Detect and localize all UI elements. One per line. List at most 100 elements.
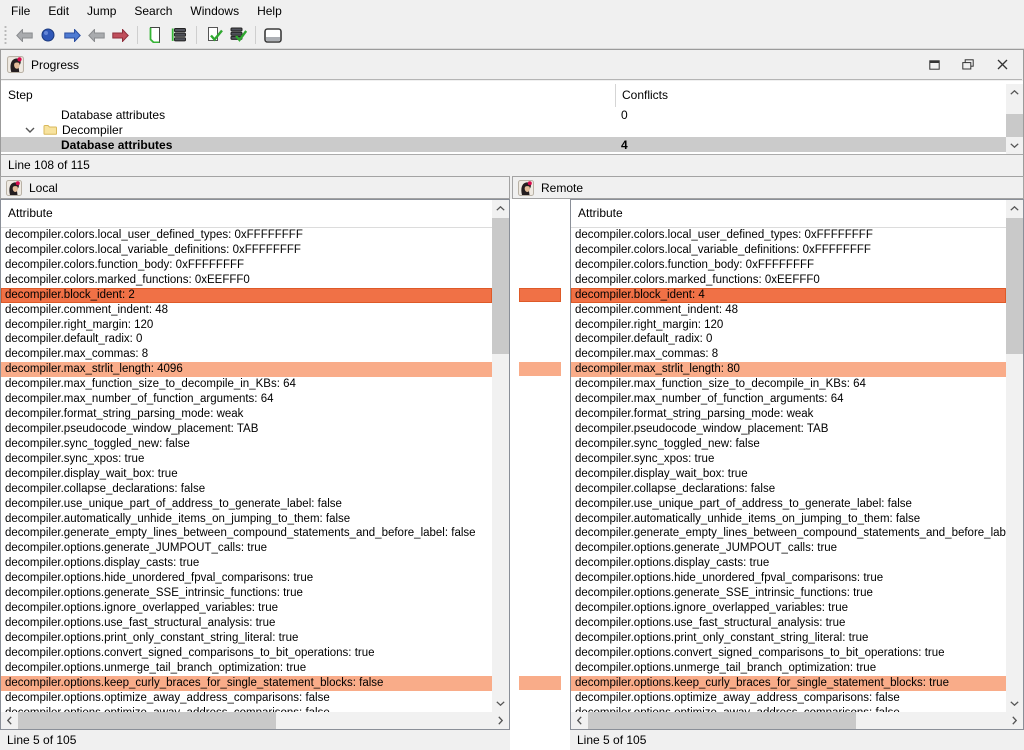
scroll-left-icon[interactable] [571, 712, 588, 729]
menu-item-edit[interactable]: Edit [39, 1, 78, 21]
column-header-step[interactable]: Step [1, 84, 615, 107]
attribute-row[interactable]: decompiler.max_strlit_length: 4096 [1, 362, 492, 377]
step-row[interactable]: Database attributes0 [1, 107, 1006, 122]
attribute-row[interactable]: decompiler.comment_indent: 48 [571, 303, 1006, 318]
toolbar-drag-handle[interactable] [3, 26, 8, 44]
scroll-right-icon[interactable] [1006, 712, 1023, 729]
attribute-row[interactable]: decompiler.options.convert_signed_compar… [1, 646, 492, 661]
attribute-row[interactable]: decompiler.automatically_unhide_items_on… [571, 512, 1006, 527]
attribute-row[interactable]: decompiler.sync_xpos: true [1, 452, 492, 467]
attribute-row[interactable]: decompiler.max_commas: 8 [1, 347, 492, 362]
attribute-row[interactable]: decompiler.colors.marked_functions: 0xEE… [571, 273, 1006, 288]
attribute-row[interactable]: decompiler.format_string_parsing_mode: w… [1, 407, 492, 422]
menu-item-jump[interactable]: Jump [78, 1, 125, 21]
menu-item-search[interactable]: Search [125, 1, 181, 21]
attribute-row[interactable]: decompiler.colors.local_variable_definit… [1, 243, 492, 258]
window-icon[interactable] [262, 24, 284, 46]
back-arrow-icon[interactable] [13, 24, 35, 46]
attribute-row[interactable]: decompiler.options.keep_curly_braces_for… [571, 676, 1006, 691]
attribute-row[interactable]: decompiler.options.optimize_away_address… [1, 691, 492, 706]
attribute-row[interactable]: decompiler.options.print_only_constant_s… [571, 631, 1006, 646]
menu-item-windows[interactable]: Windows [181, 1, 248, 21]
attribute-row[interactable]: decompiler.options.ignore_overlapped_var… [571, 601, 1006, 616]
attribute-row[interactable]: decompiler.colors.local_user_defined_typ… [1, 228, 492, 243]
local-horizontal-scrollbar[interactable] [1, 712, 509, 729]
attribute-row[interactable]: decompiler.generate_empty_lines_between_… [571, 526, 1006, 541]
attribute-row[interactable]: decompiler.collapse_declarations: false [1, 482, 492, 497]
scroll-down-icon[interactable] [492, 695, 509, 712]
database-stack-icon[interactable] [168, 24, 190, 46]
attribute-row[interactable]: decompiler.options.generate_SSE_intrinsi… [571, 586, 1006, 601]
column-header-conflicts[interactable]: Conflicts [615, 84, 1006, 107]
menu-item-file[interactable]: File [2, 1, 39, 21]
next-conflict-arrow-icon[interactable] [109, 24, 131, 46]
scroll-down-icon[interactable] [1006, 137, 1023, 154]
scroll-left-icon[interactable] [1, 712, 18, 729]
attribute-row[interactable]: decompiler.options.display_casts: true [571, 556, 1006, 571]
attribute-row[interactable]: decompiler.options.convert_signed_compar… [571, 646, 1006, 661]
attribute-row[interactable]: decompiler.options.unmerge_tail_branch_o… [571, 661, 1006, 676]
attribute-row[interactable]: decompiler.max_commas: 8 [571, 347, 1006, 362]
scroll-up-icon[interactable] [1006, 84, 1023, 101]
attribute-row[interactable]: decompiler.default_radix: 0 [571, 332, 1006, 347]
attribute-row[interactable]: decompiler.max_number_of_function_argume… [571, 392, 1006, 407]
step-row[interactable]: Database attributes4 [1, 137, 1006, 152]
attribute-row[interactable]: decompiler.format_string_parsing_mode: w… [571, 407, 1006, 422]
attribute-row[interactable]: decompiler.right_margin: 120 [1, 318, 492, 333]
attribute-row[interactable]: decompiler.use_unique_part_of_address_to… [571, 497, 1006, 512]
database-check-icon[interactable] [227, 24, 249, 46]
attribute-row[interactable]: decompiler.options.generate_SSE_intrinsi… [1, 586, 492, 601]
attribute-row[interactable]: decompiler.sync_xpos: true [571, 452, 1006, 467]
previous-conflict-arrow-icon[interactable] [85, 24, 107, 46]
document-icon[interactable] [144, 24, 166, 46]
attribute-row[interactable]: decompiler.colors.local_variable_definit… [571, 243, 1006, 258]
menu-item-help[interactable]: Help [248, 1, 291, 21]
attribute-row[interactable]: decompiler.generate_empty_lines_between_… [1, 526, 492, 541]
stop-circle-icon[interactable] [37, 24, 59, 46]
attribute-row[interactable]: decompiler.max_strlit_length: 80 [571, 362, 1006, 377]
attribute-row[interactable]: decompiler.options.display_casts: true [1, 556, 492, 571]
chevron-down-icon[interactable] [25, 127, 37, 133]
steps-vertical-scrollbar[interactable] [1006, 84, 1023, 154]
attribute-row[interactable]: decompiler.automatically_unhide_items_on… [1, 512, 492, 527]
attribute-row[interactable]: decompiler.sync_toggled_new: false [1, 437, 492, 452]
scrollbar-thumb[interactable] [1006, 218, 1023, 354]
restore-button[interactable] [954, 54, 982, 76]
attribute-row[interactable]: decompiler.colors.marked_functions: 0xEE… [1, 273, 492, 288]
attribute-row[interactable]: decompiler.options.keep_curly_braces_for… [1, 676, 492, 691]
attribute-row[interactable]: decompiler.options.generate_JUMPOUT_call… [1, 541, 492, 556]
attribute-row[interactable]: decompiler.options.optimize_away_address… [571, 691, 1006, 706]
attribute-row[interactable]: decompiler.options.ignore_overlapped_var… [1, 601, 492, 616]
attribute-row[interactable]: decompiler.default_radix: 0 [1, 332, 492, 347]
scrollbar-thumb[interactable] [18, 712, 276, 729]
attribute-row[interactable]: decompiler.options.hide_unordered_fpval_… [1, 571, 492, 586]
attribute-row[interactable]: decompiler.sync_toggled_new: false [571, 437, 1006, 452]
forward-arrow-icon[interactable] [61, 24, 83, 46]
remote-vertical-scrollbar[interactable] [1006, 200, 1023, 712]
scroll-up-icon[interactable] [492, 200, 509, 217]
attribute-row[interactable]: decompiler.right_margin: 120 [571, 318, 1006, 333]
scroll-down-icon[interactable] [1006, 695, 1023, 712]
column-header-attribute[interactable]: Attribute [1, 200, 492, 228]
attribute-row[interactable]: decompiler.max_function_size_to_decompil… [1, 377, 492, 392]
attribute-row[interactable]: decompiler.colors.local_user_defined_typ… [571, 228, 1006, 243]
close-icon[interactable] [988, 54, 1016, 76]
step-row[interactable]: Decompiler [1, 122, 1006, 137]
attribute-row[interactable]: decompiler.options.generate_JUMPOUT_call… [571, 541, 1006, 556]
scroll-right-icon[interactable] [492, 712, 509, 729]
attribute-row[interactable]: decompiler.colors.function_body: 0xFFFFF… [1, 258, 492, 273]
local-vertical-scrollbar[interactable] [492, 200, 509, 712]
attribute-row[interactable]: decompiler.options.hide_unordered_fpval_… [571, 571, 1006, 586]
attribute-row[interactable]: decompiler.pseudocode_window_placement: … [1, 422, 492, 437]
attribute-row[interactable]: decompiler.max_number_of_function_argume… [1, 392, 492, 407]
document-check-icon[interactable] [203, 24, 225, 46]
attribute-row[interactable]: decompiler.comment_indent: 48 [1, 303, 492, 318]
attribute-row[interactable]: decompiler.options.print_only_constant_s… [1, 631, 492, 646]
attribute-row[interactable]: decompiler.block_ident: 4 [571, 288, 1006, 303]
scrollbar-thumb[interactable] [1006, 114, 1023, 139]
scrollbar-thumb[interactable] [492, 218, 509, 354]
attribute-row[interactable]: decompiler.collapse_declarations: false [571, 482, 1006, 497]
scrollbar-thumb[interactable] [588, 712, 856, 729]
remote-horizontal-scrollbar[interactable] [571, 712, 1023, 729]
scroll-up-icon[interactable] [1006, 200, 1023, 217]
